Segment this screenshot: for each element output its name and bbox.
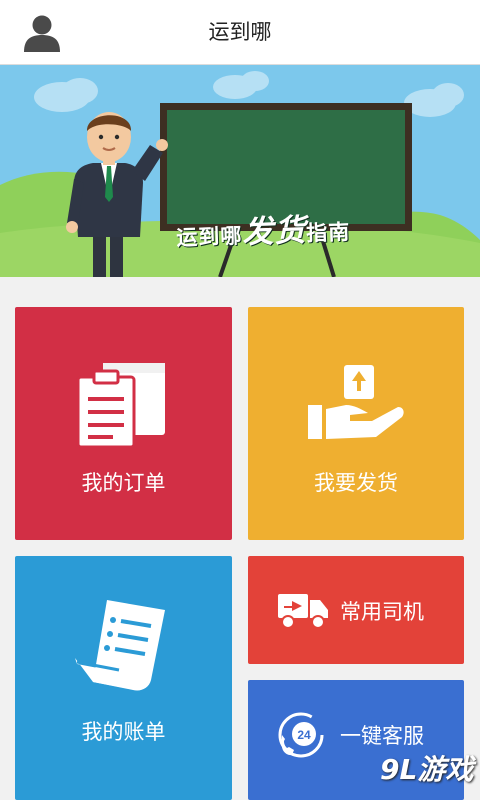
svg-text:24: 24 — [297, 728, 311, 742]
banner-text-brand: 运到哪 — [175, 223, 243, 251]
frequent-drivers-tile[interactable]: 常用司机 — [248, 556, 464, 664]
customer-service-label: 一键客服 — [340, 724, 424, 748]
watermark-logo: 9L游戏 — [380, 753, 474, 786]
banner-headline: 运到哪发货指南 — [175, 201, 406, 251]
promo-banner[interactable]: 运到哪发货指南 — [0, 65, 480, 277]
ship-goods-label: 我要发货 — [314, 471, 398, 495]
page-title: 运到哪 — [208, 20, 272, 44]
hand-package-icon — [308, 365, 404, 439]
my-orders-label: 我的订单 — [81, 471, 166, 495]
clipboard-box-icon — [76, 363, 165, 449]
ship-goods-tile[interactable]: 我要发货 — [248, 307, 464, 540]
receipt-list-icon — [75, 600, 165, 691]
my-orders-tile[interactable]: 我的订单 — [15, 307, 232, 540]
my-bills-tile[interactable]: 我的账单 — [15, 556, 232, 800]
my-bills-label: 我的账单 — [81, 720, 166, 744]
truck-icon — [278, 594, 328, 629]
24h-phone-icon: 24 — [278, 712, 324, 758]
banner-text-guide: 指南 — [305, 219, 351, 246]
top-bar: 运到哪 — [0, 0, 480, 65]
frequent-drivers-label: 常用司机 — [340, 600, 424, 624]
banner-text-ship: 发货 — [241, 212, 307, 251]
